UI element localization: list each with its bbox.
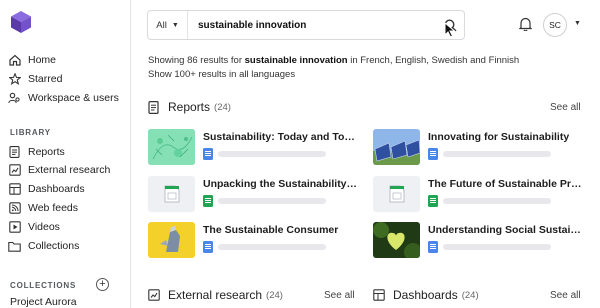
report-icon [148,100,161,114]
sidebar-item-label: Dashboards [28,183,85,195]
dashboards-section-header: Dashboards (24) [373,288,479,302]
section-count: (24) [461,289,479,301]
report-title: The Future of Sustainable Products [428,178,583,190]
report-thumbnail [148,176,195,212]
google-sheet-icon [203,195,213,207]
section-title: Reports [168,100,211,114]
report-title: Innovating for Sustainability [428,131,570,143]
home-icon [8,54,21,67]
report-card[interactable]: Sustainability: Today and Tomorrow [148,129,358,165]
notification-bell-icon[interactable] [519,17,532,31]
sidebar-item-dashboards[interactable]: Dashboards [8,180,85,198]
avatar-caret-down-icon[interactable]: ▼ [574,20,581,27]
results-summary: Showing 86 results for sustainable innov… [148,55,519,66]
google-doc-icon [203,148,213,160]
dashboard-icon [373,288,386,302]
sidebar: Home Starred Workspace & users LIBRARY R… [0,0,131,308]
sidebar-item-reports[interactable]: Reports [8,143,65,161]
section-count: (24) [266,289,283,301]
sidebar-item-label: Home [28,54,57,66]
report-card[interactable]: The Future of Sustainable Products [373,176,583,212]
report-thumbnail [373,176,420,212]
loading-placeholder [218,151,326,157]
rss-icon [8,202,21,215]
sidebar-item-label: Reports [28,146,65,158]
reports-see-all-link[interactable]: See all [550,102,581,113]
section-title: External research [168,288,263,302]
search-input[interactable]: sustainable innovation [198,20,436,31]
report-title: The Sustainable Consumer [203,224,339,236]
sidebar-item-label: Videos [28,221,60,233]
app-logo-icon[interactable] [11,11,31,33]
folder-icon [8,240,21,253]
google-doc-icon [428,241,438,253]
dashboards-see-all-link[interactable]: See all [550,290,581,301]
sheet-placeholder-icon [164,185,179,203]
sidebar-item-project[interactable]: Project Aurora [10,296,77,308]
google-sheet-icon [428,195,438,207]
loading-placeholder [443,198,551,204]
sidebar-item-videos[interactable]: Videos [8,218,60,236]
sidebar-item-workspace[interactable]: Workspace & users [8,89,119,107]
add-collection-button[interactable]: + [96,278,109,291]
google-doc-icon [428,148,438,160]
library-section-label: LIBRARY [10,128,51,137]
report-thumbnail [373,222,420,258]
show-all-languages-link[interactable]: Show 100+ results in all languages [148,69,295,80]
sheet-placeholder-icon [389,185,404,203]
loading-placeholder [443,151,551,157]
users-icon [8,92,21,105]
star-icon [8,73,21,86]
search-scope-value: All [156,19,167,31]
report-card[interactable]: Innovating for Sustainability [373,129,583,165]
search-bar: All ▼ sustainable innovation [147,10,465,40]
sidebar-item-label: Web feeds [28,202,79,214]
summary-prefix: Showing 86 results for [148,55,245,66]
report-thumbnail [373,129,420,165]
search-scope-dropdown[interactable]: All ▼ [148,11,188,39]
mouse-cursor-icon [444,22,456,38]
loading-placeholder [218,198,326,204]
summary-suffix: in French, English, Swedish and Finnish [347,55,520,66]
sidebar-item-external-research[interactable]: External research [8,161,110,179]
sidebar-item-label: External research [28,164,111,176]
google-doc-icon [203,241,213,253]
report-title: Sustainability: Today and Tomorrow [203,131,358,143]
sidebar-item-label: Collections [28,240,80,252]
sidebar-item-collections[interactable]: Collections [8,237,79,255]
external-research-icon [8,164,21,177]
section-title: Dashboards [393,288,458,302]
sidebar-item-label: Workspace & users [28,92,119,104]
report-title: Understanding Social Sustainability [428,224,583,236]
plus-icon: + [99,278,106,290]
user-avatar[interactable]: SC [543,13,567,37]
report-card[interactable]: Unpacking the Sustainability Report [148,176,358,212]
sidebar-item-starred[interactable]: Starred [8,70,62,88]
loading-placeholder [443,244,551,250]
report-thumbnail [148,129,195,165]
dashboard-icon [8,183,21,196]
report-title: Unpacking the Sustainability Report [203,178,358,190]
sidebar-item-web-feeds[interactable]: Web feeds [8,199,78,217]
summary-query: sustainable innovation [244,55,348,66]
video-icon [8,221,21,234]
section-count: (24) [214,101,231,113]
report-card[interactable]: The Sustainable Consumer [148,222,358,258]
reports-section-header: Reports (24) [148,100,231,114]
external-research-see-all-link[interactable]: See all [324,290,355,301]
sidebar-item-label: Starred [28,73,63,85]
caret-down-icon: ▼ [171,21,179,29]
report-card[interactable]: Understanding Social Sustainability [373,222,583,258]
loading-placeholder [218,244,326,250]
sidebar-item-home[interactable]: Home [8,51,56,69]
report-thumbnail [148,222,195,258]
external-research-icon [148,288,161,302]
report-icon [8,146,21,159]
collections-section-label: COLLECTIONS [10,281,77,290]
external-research-section-header: External research (24) [148,288,283,302]
